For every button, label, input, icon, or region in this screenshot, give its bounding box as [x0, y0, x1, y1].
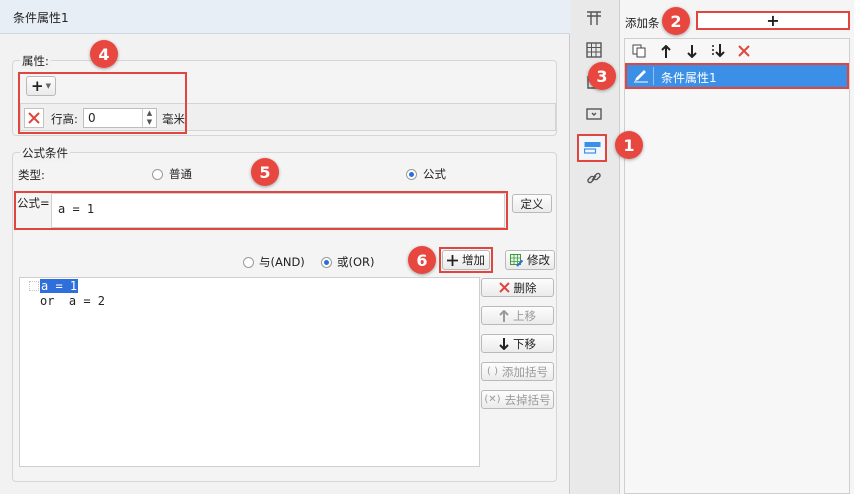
modify-condition-button[interactable]: 修改 [505, 250, 555, 270]
move-bottom-icon[interactable] [708, 41, 728, 61]
logic-option-or[interactable]: 或(OR) [321, 254, 375, 270]
hyperlink-icon[interactable] [584, 168, 604, 188]
condition-panel: 添加条 + 条件属性1 [619, 0, 854, 494]
radio-or[interactable] [321, 256, 332, 268]
dialog-title: 条件属性1 [13, 11, 69, 25]
move-down-icon[interactable] [682, 41, 702, 61]
type-option-formula[interactable]: 公式 [406, 166, 446, 182]
widget-icon[interactable] [584, 104, 604, 124]
callout-badge-5: 5 [251, 158, 279, 186]
copy-icon[interactable] [629, 41, 649, 61]
define-button[interactable]: 定义 [512, 194, 552, 213]
add-bracket-button[interactable]: ( ) 添加括号 [481, 362, 554, 381]
radio-formula[interactable] [406, 168, 417, 180]
close-icon [498, 282, 510, 293]
callout-box-4 [18, 72, 187, 134]
formula-condition-legend: 公式条件 [20, 145, 70, 161]
properties-legend: 属性: [20, 53, 51, 69]
delete-icon[interactable] [734, 41, 754, 61]
radio-normal[interactable] [152, 168, 163, 180]
callout-box-6 [439, 247, 493, 273]
arrow-up-icon [499, 309, 509, 322]
delete-condition-button[interactable]: 删除 [481, 278, 554, 297]
bracket-icon: ( ) [487, 366, 498, 377]
add-condition-attribute-button[interactable]: + [696, 11, 850, 30]
cell-attribute-icon[interactable] [584, 40, 604, 60]
condition-item[interactable]: or a = 2 [40, 294, 105, 308]
move-up-button[interactable]: 上移 [481, 306, 554, 325]
callout-badge-2: 2 [662, 7, 690, 35]
radio-and[interactable] [243, 256, 254, 268]
tree-node-marker [29, 281, 39, 291]
condition-item-selected[interactable]: a = 1 [40, 279, 79, 293]
dialog-titlebar: 条件属性1 [0, 0, 570, 34]
callout-badge-3: 3 [588, 62, 616, 90]
item-divider [653, 67, 654, 85]
move-up-icon[interactable] [656, 41, 676, 61]
condition-attribute-icon [584, 142, 601, 154]
callout-badge-6: 6 [408, 246, 436, 274]
callout-badge-4: 4 [90, 40, 118, 68]
cell-element-icon[interactable] [584, 8, 604, 28]
arrow-down-icon [499, 337, 509, 350]
condition-attribute-tool[interactable] [577, 134, 607, 162]
pencil-icon [634, 70, 648, 83]
condition-list-item[interactable]: 条件属性1 [625, 63, 849, 89]
remove-bracket-icon: (✕) [484, 394, 501, 405]
type-label: 类型: [18, 168, 45, 182]
condition-attribute-dialog: 条件属性1 属性: + ▼ 行高: 0 ▲ ▼ 毫米 公式条件 类型: 普通 公… [0, 0, 570, 494]
add-condition-label: 添加条 [625, 16, 660, 30]
logic-option-and[interactable]: 与(AND) [243, 254, 305, 270]
move-down-button[interactable]: 下移 [481, 334, 554, 353]
condition-list[interactable]: a = 1 or a = 2 [19, 277, 480, 467]
condition-list-panel [624, 38, 850, 494]
type-option-normal[interactable]: 普通 [152, 166, 192, 182]
remove-bracket-button[interactable]: (✕) 去掉括号 [481, 390, 554, 409]
callout-badge-1: 1 [615, 131, 643, 159]
edit-grid-icon [510, 253, 523, 267]
callout-box-5 [14, 191, 508, 230]
